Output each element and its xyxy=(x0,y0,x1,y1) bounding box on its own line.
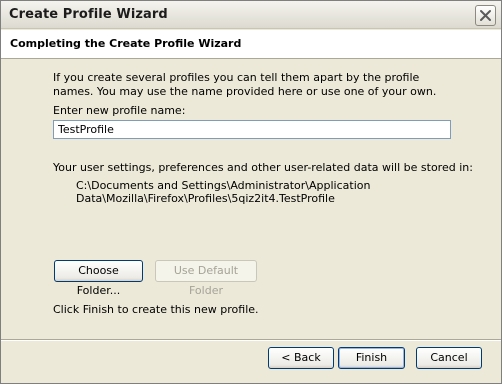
profile-name-label: Enter new profile name: xyxy=(53,104,186,117)
finish-instruction: Click Finish to create this new profile. xyxy=(53,303,259,316)
choose-folder-button[interactable]: Choose Folder... xyxy=(54,260,143,297)
profile-name-input[interactable] xyxy=(53,120,451,139)
wizard-header: Completing the Create Profile Wizard xyxy=(1,30,501,59)
footer-divider xyxy=(1,339,501,341)
storage-location-label: Your user settings, preferences and othe… xyxy=(53,161,473,174)
close-button[interactable] xyxy=(475,5,496,26)
window-title: Create Profile Wizard xyxy=(9,7,168,22)
use-default-folder-button: Use Default Folder xyxy=(155,260,257,297)
wizard-window: Create Profile Wizard Completing the Cre… xyxy=(0,0,502,384)
finish-button[interactable]: Finish xyxy=(338,347,405,369)
back-button[interactable]: < Back xyxy=(268,347,334,369)
wizard-content: If you create several profiles you can t… xyxy=(1,60,501,340)
storage-path-text: C:\Documents and Settings\Administrator\… xyxy=(76,179,371,205)
cancel-button[interactable]: Cancel xyxy=(416,347,482,369)
wizard-page-title: Completing the Create Profile Wizard xyxy=(10,37,242,50)
intro-text: If you create several profiles you can t… xyxy=(53,71,437,98)
title-bar[interactable]: Create Profile Wizard xyxy=(1,1,501,29)
